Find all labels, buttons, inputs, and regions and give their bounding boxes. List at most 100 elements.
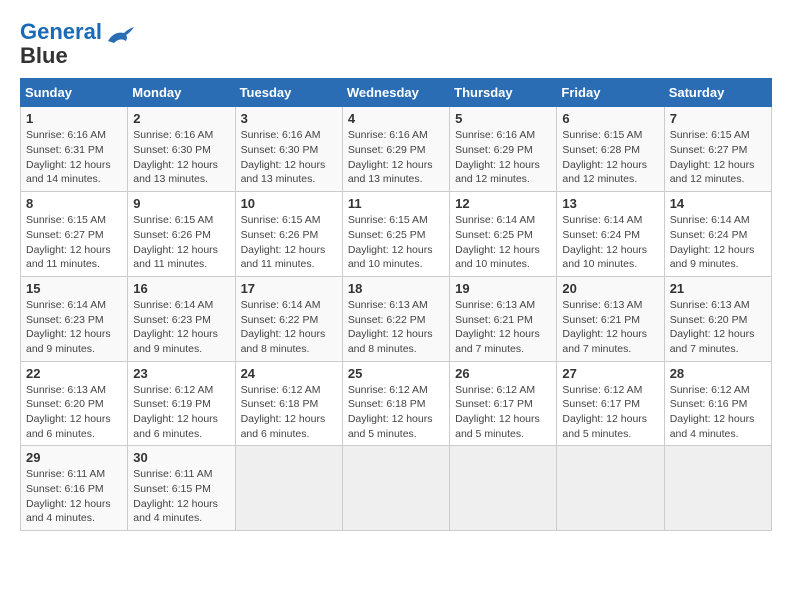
calendar-cell [342,446,449,531]
calendar-table: SundayMondayTuesdayWednesdayThursdayFrid… [20,78,772,531]
calendar-cell: 18 Sunrise: 6:13 AMSunset: 6:22 PMDayligh… [342,276,449,361]
calendar-cell: 27Sunrise: 6:12 AMSunset: 6:17 PMDayligh… [557,361,664,446]
header-thursday: Thursday [450,79,557,107]
calendar-cell: 19Sunrise: 6:13 AMSunset: 6:21 PMDayligh… [450,276,557,361]
day-detail: Sunrise: 6:14 AMSunset: 6:23 PMDaylight:… [26,298,122,357]
day-detail: Sunrise: 6:12 AMSunset: 6:18 PMDaylight:… [241,383,337,442]
header-saturday: Saturday [664,79,771,107]
day-detail: Sunrise: 6:13 AMSunset: 6:22 PMDaylight:… [348,298,444,357]
day-detail: Sunrise: 6:16 AMSunset: 6:30 PMDaylight:… [133,128,229,187]
calendar-cell: 9 Sunrise: 6:15 AMSunset: 6:26 PMDaylight… [128,192,235,277]
calendar-cell: 23 Sunrise: 6:12 AMSunset: 6:19 PMDayligh… [128,361,235,446]
day-number: 18 [348,281,444,296]
calendar-cell: 28 Sunrise: 6:12 AMSunset: 6:16 PMDayligh… [664,361,771,446]
calendar-cell: 2 Sunrise: 6:16 AMSunset: 6:30 PMDaylight… [128,107,235,192]
day-number: 4 [348,111,444,126]
day-detail: Sunrise: 6:14 AMSunset: 6:24 PMDaylight:… [562,213,658,272]
day-detail: Sunrise: 6:12 AMSunset: 6:16 PMDaylight:… [670,383,766,442]
day-detail: Sunrise: 6:13 AMSunset: 6:21 PMDaylight:… [562,298,658,357]
calendar-cell: 14 Sunrise: 6:14 AMSunset: 6:24 PMDayligh… [664,192,771,277]
calendar-cell: 8Sunrise: 6:15 AMSunset: 6:27 PMDaylight… [21,192,128,277]
day-detail: Sunrise: 6:16 AMSunset: 6:29 PMDaylight:… [348,128,444,187]
page-header: GeneralBlue [20,20,772,68]
calendar-cell: 30 Sunrise: 6:11 AMSunset: 6:15 PMDayligh… [128,446,235,531]
calendar-week-2: 8Sunrise: 6:15 AMSunset: 6:27 PMDaylight… [21,192,772,277]
calendar-cell: 22 Sunrise: 6:13 AMSunset: 6:20 PMDayligh… [21,361,128,446]
day-number: 22 [26,366,122,381]
day-number: 26 [455,366,551,381]
day-number: 6 [562,111,658,126]
day-number: 9 [133,196,229,211]
day-detail: Sunrise: 6:15 AMSunset: 6:26 PMDaylight:… [133,213,229,272]
day-number: 23 [133,366,229,381]
day-detail: Sunrise: 6:14 AMSunset: 6:22 PMDaylight:… [241,298,337,357]
day-number: 15 [26,281,122,296]
day-detail: Sunrise: 6:14 AMSunset: 6:25 PMDaylight:… [455,213,551,272]
calendar-cell [557,446,664,531]
calendar-cell: 6 Sunrise: 6:15 AMSunset: 6:28 PMDaylight… [557,107,664,192]
header-monday: Monday [128,79,235,107]
calendar-cell: 7 Sunrise: 6:15 AMSunset: 6:27 PMDaylight… [664,107,771,192]
day-detail: Sunrise: 6:12 AMSunset: 6:18 PMDaylight:… [348,383,444,442]
day-detail: Sunrise: 6:13 AMSunset: 6:21 PMDaylight:… [455,298,551,357]
day-detail: Sunrise: 6:15 AMSunset: 6:28 PMDaylight:… [562,128,658,187]
logo-bird-icon [106,23,136,51]
header-sunday: Sunday [21,79,128,107]
day-number: 28 [670,366,766,381]
header-tuesday: Tuesday [235,79,342,107]
day-number: 11 [348,196,444,211]
day-number: 21 [670,281,766,296]
day-detail: Sunrise: 6:15 AMSunset: 6:26 PMDaylight:… [241,213,337,272]
calendar-cell: 15 Sunrise: 6:14 AMSunset: 6:23 PMDayligh… [21,276,128,361]
day-detail: Sunrise: 6:13 AMSunset: 6:20 PMDaylight:… [670,298,766,357]
day-number: 5 [455,111,551,126]
day-detail: Sunrise: 6:15 AMSunset: 6:27 PMDaylight:… [670,128,766,187]
day-number: 2 [133,111,229,126]
day-number: 10 [241,196,337,211]
header-friday: Friday [557,79,664,107]
day-detail: Sunrise: 6:12 AMSunset: 6:17 PMDaylight:… [455,383,551,442]
header-wednesday: Wednesday [342,79,449,107]
day-number: 20 [562,281,658,296]
calendar-cell [235,446,342,531]
day-detail: Sunrise: 6:16 AMSunset: 6:31 PMDaylight:… [26,128,122,187]
day-detail: Sunrise: 6:16 AMSunset: 6:30 PMDaylight:… [241,128,337,187]
calendar-cell: 21 Sunrise: 6:13 AMSunset: 6:20 PMDayligh… [664,276,771,361]
day-number: 3 [241,111,337,126]
day-number: 12 [455,196,551,211]
day-detail: Sunrise: 6:14 AMSunset: 6:24 PMDaylight:… [670,213,766,272]
day-detail: Sunrise: 6:15 AMSunset: 6:27 PMDaylight:… [26,213,122,272]
calendar-week-4: 22 Sunrise: 6:13 AMSunset: 6:20 PMDayligh… [21,361,772,446]
calendar-cell [450,446,557,531]
calendar-cell: 11 Sunrise: 6:15 AMSunset: 6:25 PMDayligh… [342,192,449,277]
day-number: 7 [670,111,766,126]
day-detail: Sunrise: 6:12 AMSunset: 6:19 PMDaylight:… [133,383,229,442]
day-detail: Sunrise: 6:12 AMSunset: 6:17 PMDaylight:… [562,383,658,442]
calendar-cell: 24 Sunrise: 6:12 AMSunset: 6:18 PMDayligh… [235,361,342,446]
calendar-cell: 13 Sunrise: 6:14 AMSunset: 6:24 PMDayligh… [557,192,664,277]
calendar-cell: 12 Sunrise: 6:14 AMSunset: 6:25 PMDayligh… [450,192,557,277]
day-number: 30 [133,450,229,465]
day-detail: Sunrise: 6:13 AMSunset: 6:20 PMDaylight:… [26,383,122,442]
day-number: 29 [26,450,122,465]
day-number: 1 [26,111,122,126]
day-detail: Sunrise: 6:11 AMSunset: 6:16 PMDaylight:… [26,467,122,526]
day-detail: Sunrise: 6:15 AMSunset: 6:25 PMDaylight:… [348,213,444,272]
day-detail: Sunrise: 6:11 AMSunset: 6:15 PMDaylight:… [133,467,229,526]
calendar-cell: 20 Sunrise: 6:13 AMSunset: 6:21 PMDayligh… [557,276,664,361]
day-number: 13 [562,196,658,211]
day-number: 14 [670,196,766,211]
calendar-cell: 25Sunrise: 6:12 AMSunset: 6:18 PMDayligh… [342,361,449,446]
day-number: 24 [241,366,337,381]
calendar-cell: 17Sunrise: 6:14 AMSunset: 6:22 PMDayligh… [235,276,342,361]
calendar-cell [664,446,771,531]
calendar-cell: 5 Sunrise: 6:16 AMSunset: 6:29 PMDaylight… [450,107,557,192]
calendar-cell: 16Sunrise: 6:14 AMSunset: 6:23 PMDayligh… [128,276,235,361]
calendar-week-5: 29 Sunrise: 6:11 AMSunset: 6:16 PMDayligh… [21,446,772,531]
calendar-cell: 1 Sunrise: 6:16 AMSunset: 6:31 PMDaylight… [21,107,128,192]
day-detail: Sunrise: 6:14 AMSunset: 6:23 PMDaylight:… [133,298,229,357]
day-detail: Sunrise: 6:16 AMSunset: 6:29 PMDaylight:… [455,128,551,187]
calendar-header-row: SundayMondayTuesdayWednesdayThursdayFrid… [21,79,772,107]
calendar-cell: 29 Sunrise: 6:11 AMSunset: 6:16 PMDayligh… [21,446,128,531]
calendar-cell: 10 Sunrise: 6:15 AMSunset: 6:26 PMDayligh… [235,192,342,277]
